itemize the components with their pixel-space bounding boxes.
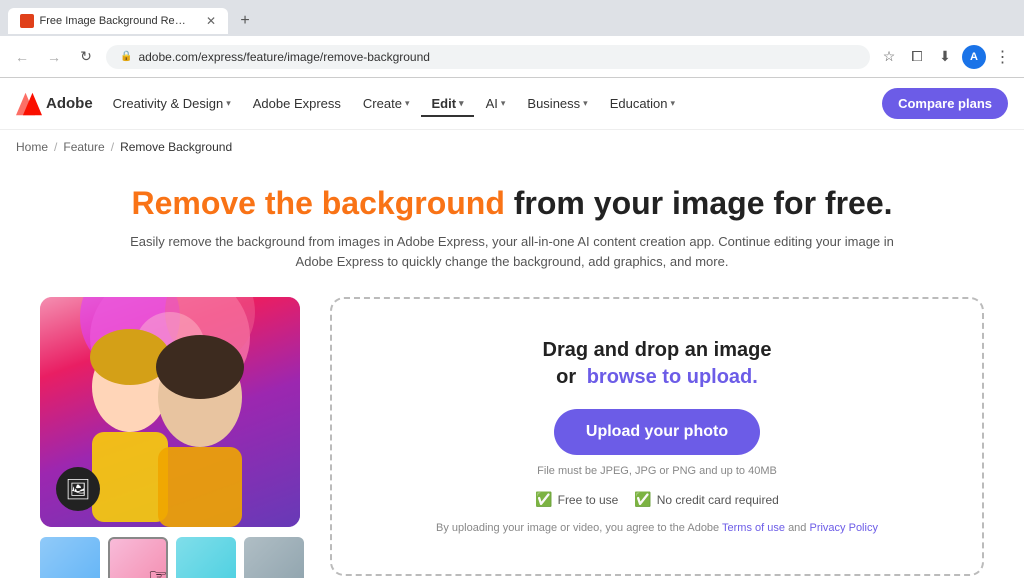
tab-bar: Free Image Background Remo... ✕ + xyxy=(0,0,1024,36)
free-to-use-badge: ✅ Free to use xyxy=(535,491,618,508)
file-hint: File must be JPEG, JPG or PNG and up to … xyxy=(537,465,777,477)
menu-icon[interactable]: ⋮ xyxy=(992,46,1014,68)
active-tab[interactable]: Free Image Background Remo... ✕ xyxy=(8,8,228,34)
nav-adobe-express[interactable]: Adobe Express xyxy=(243,90,351,117)
no-credit-card-badge: ✅ No credit card required xyxy=(634,491,779,508)
chevron-down-icon: ▾ xyxy=(226,98,231,109)
thumbnail-3[interactable] xyxy=(176,537,236,578)
compare-plans-button[interactable]: Compare plans xyxy=(882,88,1008,119)
hand-cursor-icon: ☞ xyxy=(148,564,168,578)
forward-button[interactable]: → xyxy=(42,45,66,69)
hero-title-highlight: Remove the background xyxy=(131,185,504,221)
hero-title-plain: from your image for free. xyxy=(505,185,893,221)
breadcrumb-separator: / xyxy=(111,140,114,154)
adobe-wordmark: Adobe xyxy=(46,95,93,112)
image-edit-icon: 🖼 xyxy=(65,477,90,502)
hero-title: Remove the background from your image fo… xyxy=(16,184,1008,222)
upload-photo-button[interactable]: Upload your photo xyxy=(554,409,760,455)
bookmark-icon[interactable]: ☆ xyxy=(878,46,900,68)
thumbnail-1[interactable] xyxy=(40,537,100,578)
main-content: 🖼 ☞ Drag and drop an image or browse to … xyxy=(0,281,1024,578)
tos-text: By uploading your image or video, you ag… xyxy=(436,522,878,534)
tab-title: Free Image Background Remo... xyxy=(40,15,194,27)
site-navigation: Adobe Creativity & Design ▾ Adobe Expres… xyxy=(0,78,1024,130)
address-bar: ← → ↻ 🔒 adobe.com/express/feature/image/… xyxy=(0,36,1024,78)
url-field[interactable]: 🔒 adobe.com/express/feature/image/remove… xyxy=(106,45,870,69)
badge-free-label: Free to use xyxy=(558,493,619,507)
thumbnail-4[interactable] xyxy=(244,537,304,578)
hero-section: Remove the background from your image fo… xyxy=(0,164,1024,281)
adobe-logo[interactable]: Adobe xyxy=(16,91,93,117)
thumbnail-strip: ☞ xyxy=(40,537,300,578)
chevron-down-icon: ▾ xyxy=(671,98,676,109)
back-button[interactable]: ← xyxy=(10,45,34,69)
breadcrumb-current: Remove Background xyxy=(120,140,232,154)
image-preview-panel: 🖼 ☞ xyxy=(40,297,300,578)
page-content: Adobe Creativity & Design ▾ Adobe Expres… xyxy=(0,78,1024,578)
chevron-down-icon: ▾ xyxy=(583,98,588,109)
nav-creativity-design[interactable]: Creativity & Design ▾ xyxy=(103,90,241,117)
nav-ai[interactable]: AI ▾ xyxy=(476,90,516,117)
adobe-logo-icon xyxy=(16,91,42,117)
url-text: adobe.com/express/feature/image/remove-b… xyxy=(138,50,430,64)
extensions-icon[interactable]: ⧠ xyxy=(906,46,928,68)
browse-upload-link[interactable]: browse to upload. xyxy=(587,366,758,388)
tab-close-button[interactable]: ✕ xyxy=(206,14,216,28)
drop-title: Drag and drop an image xyxy=(543,339,772,362)
nav-edit[interactable]: Edit ▾ xyxy=(421,90,473,117)
download-icon[interactable]: ⬇ xyxy=(934,46,956,68)
address-actions: ☆ ⧠ ⬇ A ⋮ xyxy=(878,45,1014,69)
feature-badges: ✅ Free to use ✅ No credit card required xyxy=(535,491,779,508)
check-icon-2: ✅ xyxy=(634,491,651,508)
check-icon-1: ✅ xyxy=(535,491,552,508)
privacy-policy-link[interactable]: Privacy Policy xyxy=(809,522,877,534)
thumbnail-2[interactable]: ☞ xyxy=(108,537,168,578)
tab-favicon xyxy=(20,14,34,28)
hero-subtitle: Easily remove the background from images… xyxy=(122,232,902,271)
breadcrumb-home[interactable]: Home xyxy=(16,140,48,154)
preview-image: 🖼 xyxy=(40,297,300,527)
chevron-down-icon: ▾ xyxy=(501,98,506,109)
new-tab-button[interactable]: + xyxy=(232,8,258,34)
nav-create[interactable]: Create ▾ xyxy=(353,90,420,117)
secure-icon: 🔒 xyxy=(120,51,132,62)
nav-education[interactable]: Education ▾ xyxy=(600,90,685,117)
drop-or: or browse to upload. xyxy=(556,366,758,389)
breadcrumb: Home / Feature / Remove Background xyxy=(0,130,1024,164)
breadcrumb-feature[interactable]: Feature xyxy=(63,140,104,154)
nav-business[interactable]: Business ▾ xyxy=(517,90,597,117)
breadcrumb-separator: / xyxy=(54,140,57,154)
chevron-down-icon: ▾ xyxy=(405,98,410,109)
chevron-down-icon: ▾ xyxy=(459,98,464,109)
badge-cc-label: No credit card required xyxy=(657,493,779,507)
terms-of-use-link[interactable]: Terms of use xyxy=(722,522,785,534)
upload-drop-zone[interactable]: Drag and drop an image or browse to uplo… xyxy=(330,297,984,576)
profile-avatar[interactable]: A xyxy=(962,45,986,69)
refresh-button[interactable]: ↻ xyxy=(74,45,98,69)
